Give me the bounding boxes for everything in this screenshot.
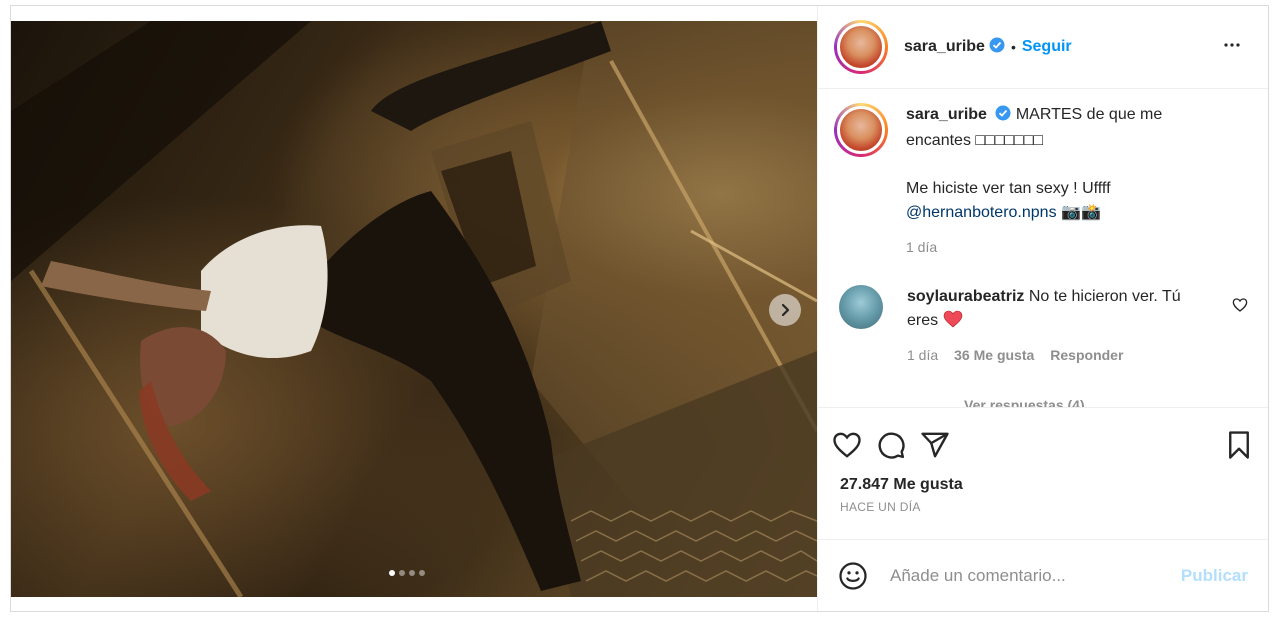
caption-text-2: Me hiciste ver tan sexy ! Uffff: [906, 180, 1111, 197]
comment-composer: Publicar: [818, 539, 1268, 611]
caption: sara_uribe MARTES de que me encantes □□□…: [834, 103, 1252, 259]
comment-like-heart-icon[interactable]: [1232, 297, 1248, 318]
caption-time: 1 día: [906, 239, 938, 255]
comment-time: 1 día: [907, 347, 939, 363]
carousel-dot: [419, 570, 425, 576]
commenter-username[interactable]: soylaurabeatriz: [907, 288, 1024, 305]
heart-icon: [833, 432, 861, 458]
author-avatar[interactable]: [834, 20, 888, 74]
caption-author-avatar[interactable]: [834, 103, 888, 157]
comments-section[interactable]: sara_uribe MARTES de que me encantes □□□…: [818, 89, 1268, 408]
follow-button[interactable]: Seguir: [1022, 38, 1072, 56]
caption-mention-link[interactable]: @hernanbotero.npns: [906, 204, 1057, 221]
carousel-dot: [389, 570, 395, 576]
caption-camera-emojis: 📷📸: [1061, 204, 1101, 221]
caption-body: sara_uribe MARTES de que me encantes □□□…: [906, 103, 1206, 259]
commenter-avatar[interactable]: [839, 285, 883, 329]
reply-button[interactable]: Responder: [1050, 343, 1123, 367]
verified-badge-icon: [989, 37, 1005, 58]
bookmark-icon: [1229, 431, 1249, 459]
comment-button[interactable]: [876, 430, 906, 460]
red-heart-icon: [943, 310, 962, 328]
chevron-right-icon: [781, 303, 790, 317]
comment-icon: [878, 432, 905, 459]
carousel-dot: [399, 570, 405, 576]
post-card: sara_uribe • Seguir sara_uribe MARTES de…: [10, 5, 1269, 612]
comment-input[interactable]: [890, 565, 1181, 586]
emoji-icon: [839, 561, 867, 590]
caption-author-avatar-image: [837, 106, 885, 154]
more-options-icon[interactable]: [1220, 33, 1244, 62]
like-button[interactable]: [832, 430, 862, 460]
author-avatar-image: [837, 23, 885, 71]
view-replies-button[interactable]: Ver respuestas (4): [964, 397, 1252, 407]
caption-emojis: □□□□□□□: [975, 132, 1044, 149]
photo-illustration: [11, 21, 817, 597]
header-separator: •: [1010, 39, 1016, 55]
comment-likes[interactable]: 36 Me gusta: [954, 343, 1034, 367]
post-media: [11, 6, 817, 611]
carousel-dot: [409, 570, 415, 576]
like-count[interactable]: 27.847 Me gusta: [818, 476, 1268, 494]
post-actions: [818, 408, 1268, 482]
share-icon: [921, 432, 949, 458]
verified-badge-icon: [995, 105, 1011, 129]
share-button[interactable]: [920, 430, 950, 460]
carousel-next-button[interactable]: [769, 294, 801, 326]
comment-meta: 1 día 36 Me gusta Responder: [907, 343, 1207, 367]
carousel-indicator: [389, 570, 425, 576]
post-timestamp: HACE UN DÍA: [840, 500, 921, 514]
post-side-panel: sara_uribe • Seguir sara_uribe MARTES de…: [817, 6, 1268, 611]
post-photo[interactable]: [11, 21, 817, 597]
post-header: sara_uribe • Seguir: [818, 6, 1268, 89]
publish-button[interactable]: Publicar: [1181, 566, 1248, 586]
author-username[interactable]: sara_uribe: [904, 38, 985, 56]
save-button[interactable]: [1224, 430, 1254, 460]
caption-username[interactable]: sara_uribe: [906, 106, 987, 123]
emoji-picker-button[interactable]: [838, 561, 868, 591]
comment-body: soylaurabeatriz No te hicieron ver. Tú e…: [907, 285, 1207, 367]
comment-emoji: [943, 310, 963, 329]
comment-item: soylaurabeatriz No te hicieron ver. Tú e…: [834, 285, 1252, 367]
